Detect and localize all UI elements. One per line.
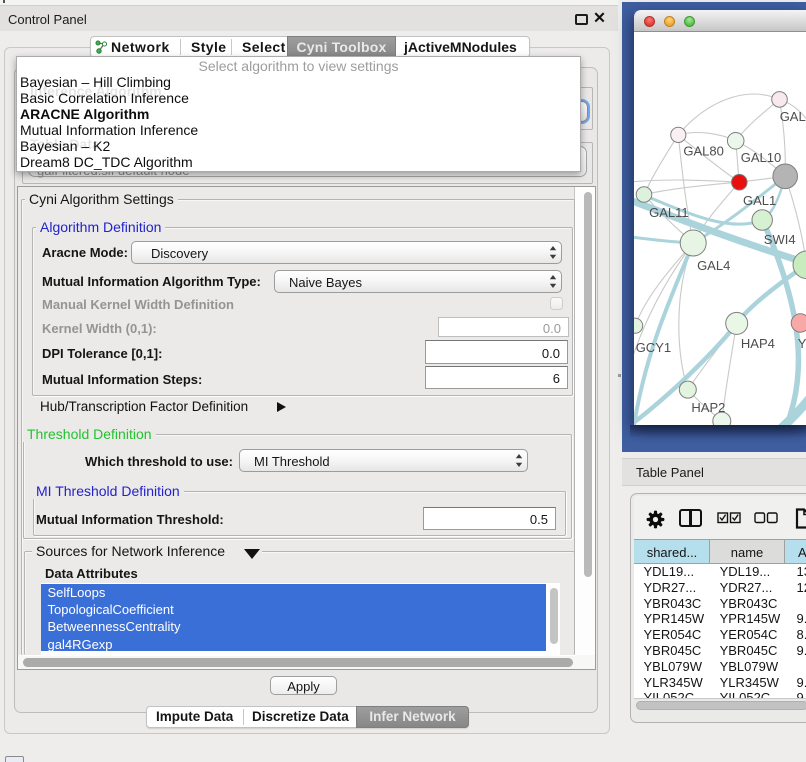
svg-text:GCY1: GCY1 xyxy=(635,340,670,355)
svg-text:GAL4: GAL4 xyxy=(697,258,730,273)
svg-text:GAL7: GAL7 xyxy=(779,109,806,124)
svg-text:GAL1: GAL1 xyxy=(742,193,775,208)
svg-text:GAL10: GAL10 xyxy=(740,150,780,165)
svg-text:GAL80: GAL80 xyxy=(683,144,723,159)
svg-text:HAP2: HAP2 xyxy=(691,400,725,415)
svg-text:HAP4: HAP4 xyxy=(740,336,774,351)
svg-text:YJ: YJ xyxy=(797,336,806,351)
svg-text:SWI4: SWI4 xyxy=(763,232,795,247)
svg-text:GAL11: GAL11 xyxy=(649,205,689,220)
